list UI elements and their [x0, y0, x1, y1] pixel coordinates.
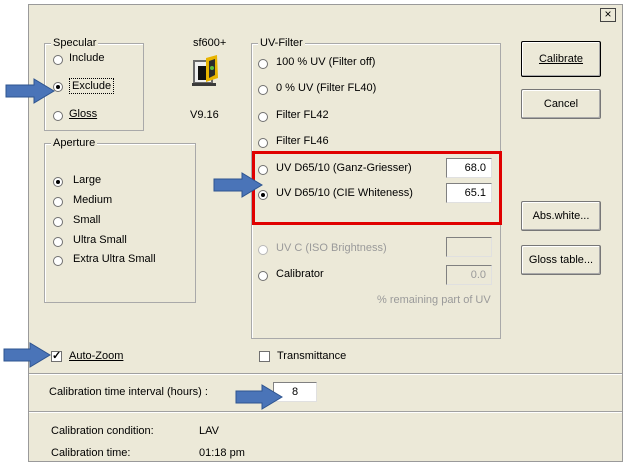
arrow-auto-zoom-icon: [3, 342, 51, 368]
separator-top: [29, 373, 622, 375]
calibration-time-label: Calibration time:: [51, 447, 131, 459]
specular-include-radio[interactable]: [53, 55, 63, 65]
spectrophotometer-icon: [190, 54, 222, 88]
calibrate-button[interactable]: Calibrate: [521, 41, 601, 77]
device-model: sf600+: [193, 37, 227, 49]
specular-gloss-label: Gloss: [69, 108, 98, 120]
uv-0-label: 0 % UV (Filter FL40): [276, 82, 377, 94]
highlight-box: [252, 151, 502, 225]
uv-0-radio[interactable]: [258, 85, 268, 95]
device-version: V9.16: [190, 109, 219, 121]
aperture-small-radio[interactable]: [53, 217, 63, 227]
transmittance-checkbox[interactable]: [259, 351, 270, 362]
calibration-condition-value: LAV: [199, 425, 219, 437]
aperture-medium-radio[interactable]: [53, 197, 63, 207]
arrow-interval-icon: [235, 384, 283, 410]
filter-fl42-radio[interactable]: [258, 112, 268, 122]
calibrator-radio[interactable]: [258, 271, 268, 281]
calibration-interval-label: Calibration time interval (hours) :: [49, 386, 208, 398]
aperture-extra-ultra-small-label: Extra Ultra Small: [73, 253, 156, 265]
cancel-button[interactable]: Cancel: [521, 89, 601, 119]
specular-gloss-radio[interactable]: [53, 111, 63, 121]
cancel-button-label: Cancel: [543, 98, 579, 110]
aperture-ultra-small-label: Ultra Small: [73, 234, 127, 246]
arrow-cie-whiteness-icon: [213, 172, 263, 198]
arrow-exclude-icon: [5, 78, 55, 104]
aperture-large-radio[interactable]: [53, 177, 63, 187]
aperture-group-title: Aperture: [51, 137, 98, 149]
specular-exclude-label: Exclude: [69, 78, 115, 94]
aperture-medium-label: Medium: [73, 194, 113, 206]
calibrator-label: Calibrator: [276, 268, 324, 280]
calibration-time-value: 01:18 pm: [199, 447, 245, 459]
calibrate-button-label: Calibrate: [538, 53, 584, 65]
aperture-extra-ultra-small-radio[interactable]: [53, 256, 63, 266]
auto-zoom-label: Auto-Zoom: [69, 350, 124, 362]
specular-group-title: Specular: [51, 37, 99, 49]
filter-fl42-label: Filter FL42: [276, 109, 329, 121]
auto-zoom-checkbox[interactable]: [51, 349, 62, 362]
gloss-table-button[interactable]: Gloss table...: [521, 245, 601, 275]
abs-white-button-label: Abs.white...: [532, 210, 590, 222]
aperture-small-label: Small: [73, 214, 101, 226]
close-button[interactable]: ×: [600, 8, 616, 22]
abs-white-button[interactable]: Abs.white...: [521, 201, 601, 231]
uv-100-radio[interactable]: [258, 59, 268, 69]
close-icon: ×: [604, 7, 612, 21]
filter-fl46-label: Filter FL46: [276, 135, 329, 147]
aperture-large-label: Large: [73, 174, 102, 186]
uv-remaining-note: % remaining part of UV: [377, 294, 491, 306]
uv-filter-group-title: UV-Filter: [258, 37, 305, 49]
calibration-condition-label: Calibration condition:: [51, 425, 154, 437]
gloss-table-button-label: Gloss table...: [528, 254, 594, 266]
specular-include-label: Include: [69, 52, 105, 64]
calibration-dialog: × Specular Include Exclude Gloss sf600+ …: [28, 4, 623, 462]
uv-100-label: 100 % UV (Filter off): [276, 56, 376, 68]
calibrator-value-field[interactable]: 0.0: [446, 265, 492, 285]
filter-fl46-radio[interactable]: [258, 138, 268, 148]
uv-c-radio[interactable]: [258, 245, 268, 255]
separator-bottom: [29, 411, 622, 413]
aperture-group: Aperture: [44, 137, 196, 303]
aperture-ultra-small-radio[interactable]: [53, 237, 63, 247]
uv-c-label: UV C (ISO Brightness): [276, 242, 387, 254]
uv-c-value-field[interactable]: [446, 237, 492, 257]
transmittance-label: Transmittance: [277, 350, 347, 362]
